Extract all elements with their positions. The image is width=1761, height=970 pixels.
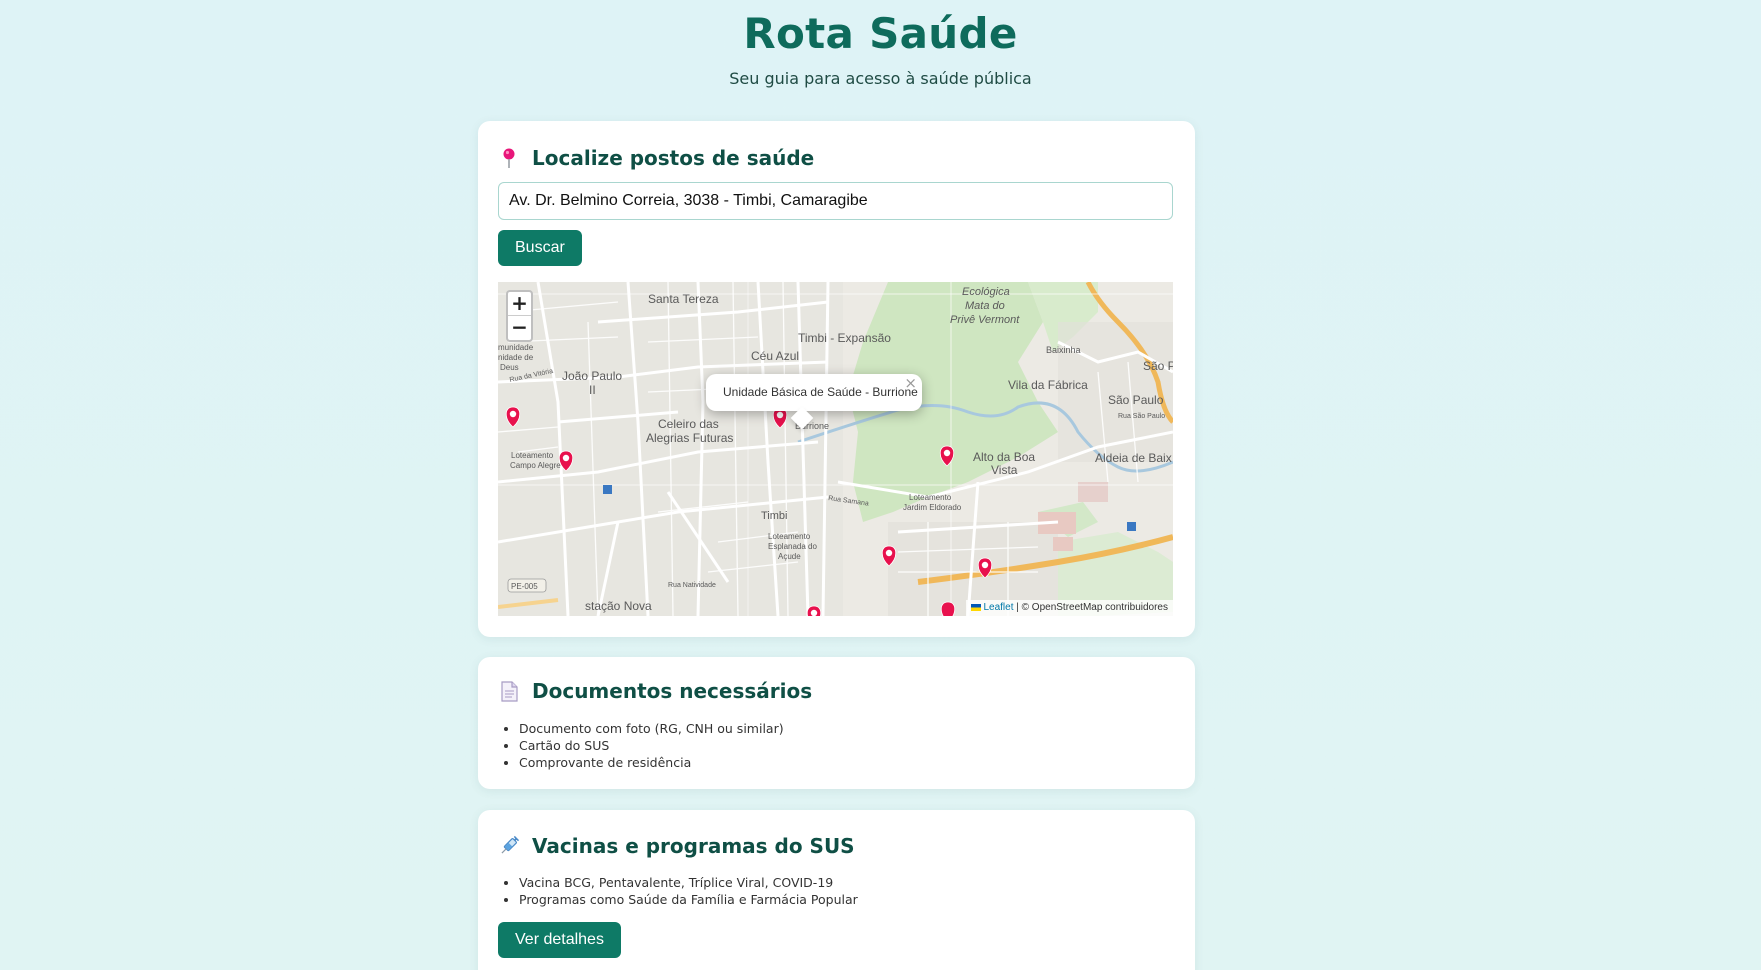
map-tiles: Santa Tereza Timbi - Expansão Céu Azul E… xyxy=(498,282,1173,616)
details-button[interactable]: Ver detalhes xyxy=(498,922,621,958)
map[interactable]: Santa Tereza Timbi - Expansão Céu Azul E… xyxy=(498,282,1173,616)
map-label-sao-p: São P xyxy=(1143,359,1173,373)
list-item: Comprovante de residência xyxy=(519,754,784,771)
page: Rota Saúde Seu guia para acesso à saúde … xyxy=(0,0,1761,970)
map-label-vista: Vista xyxy=(991,463,1018,477)
popup-text: Unidade Básica de Saúde - Burrione xyxy=(723,385,918,399)
map-label-alegrias: Alegrias Futuras xyxy=(646,431,733,445)
map-label-munidade: munidade xyxy=(498,343,534,352)
map-label-alto-boa: Alto da Boa xyxy=(973,450,1035,464)
zoom-control: + − xyxy=(506,290,533,342)
search-button[interactable]: Buscar xyxy=(498,230,582,266)
map-label-deus: Deus xyxy=(500,363,519,372)
map-label-santa-tereza: Santa Tereza xyxy=(648,292,719,306)
map-label-esplanada: Esplanada do xyxy=(768,542,817,551)
vaccines-list: Vacina BCG, Pentavalente, Tríplice Viral… xyxy=(519,874,858,908)
zoom-out-button[interactable]: − xyxy=(508,316,531,340)
map-label-estacao-nova: stação Nova xyxy=(585,599,652,613)
map-marker-icon[interactable] xyxy=(940,601,956,616)
documents-title-text: Documentos necessários xyxy=(532,679,813,703)
map-label-pe005: PE-005 xyxy=(511,582,538,591)
documents-title: Documentos necessários xyxy=(498,679,812,703)
map-label-celeiro: Celeiro das xyxy=(658,417,719,431)
map-label-sao-paulo: São Paulo xyxy=(1108,393,1164,407)
zoom-in-button[interactable]: + xyxy=(508,292,531,316)
map-label-prive-vermont: Privê Vermont xyxy=(950,314,1020,326)
map-label-rua-natividade: Rua Natividade xyxy=(668,582,716,589)
locator-title: Localize postos de saúde xyxy=(498,146,814,170)
map-label-baixinha: Baixinha xyxy=(1046,345,1081,355)
map-label-vila-da-fabrica: Vila da Fábrica xyxy=(1008,378,1088,392)
map-label-loteamento3: Loteamento xyxy=(768,532,811,541)
vaccines-card: Vacinas e programas do SUS Vacina BCG, P… xyxy=(478,810,1195,970)
map-label-ecologica: Ecológica xyxy=(962,286,1010,298)
list-item: Documento com foto (RG, CNH ou similar) xyxy=(519,720,784,737)
map-label-rua-sao-paulo: Rua São Paulo xyxy=(1118,413,1165,420)
map-label-mata-do: Mata do xyxy=(965,300,1005,312)
vaccines-title: Vacinas e programas do SUS xyxy=(498,834,855,858)
ukraine-flag-icon xyxy=(971,604,982,611)
map-label-acude: Açude xyxy=(778,552,801,561)
popup-close-button[interactable]: × xyxy=(904,365,917,402)
address-input[interactable] xyxy=(498,182,1173,220)
vaccines-title-text: Vacinas e programas do SUS xyxy=(532,834,855,858)
list-item: Cartão do SUS xyxy=(519,737,784,754)
attribution-text: | © OpenStreetMap contribuidores xyxy=(1013,602,1168,613)
map-popup: Unidade Básica de Saúde - Burrione × xyxy=(706,374,922,430)
map-label-timbi-expansao: Timbi - Expansão xyxy=(798,331,891,345)
list-item: Programas como Saúde da Família e Farmác… xyxy=(519,891,858,908)
pin-icon xyxy=(498,147,520,169)
map-label-unidade-de: nidade de xyxy=(498,353,534,362)
map-attribution: Leaflet | © OpenStreetMap contribuidores xyxy=(966,600,1173,616)
map-label-jardim-eldorado: Jardim Eldorado xyxy=(903,503,962,512)
locator-card: Localize postos de saúde Buscar xyxy=(478,121,1195,637)
map-label-ceu-azul: Céu Azul xyxy=(751,349,799,363)
app-title: Rota Saúde xyxy=(743,9,1018,58)
syringe-icon xyxy=(498,835,520,857)
documents-list: Documento com foto (RG, CNH ou similar) … xyxy=(519,720,784,771)
app-subtitle: Seu guia para acesso à saúde pública xyxy=(729,69,1032,88)
map-label-aldeia: Aldeia de Baix xyxy=(1095,451,1172,465)
leaflet-link[interactable]: Leaflet xyxy=(983,602,1013,613)
map-label-loteamento2: Loteamento xyxy=(909,493,952,502)
map-label-timbi: Timbi xyxy=(761,510,787,522)
locator-title-text: Localize postos de saúde xyxy=(532,146,815,170)
map-label-loteamento: Loteamento xyxy=(511,451,554,460)
map-label-joao-paulo: João Paulo xyxy=(562,369,622,383)
document-icon xyxy=(498,680,520,702)
documents-card: Documentos necessários Documento com fot… xyxy=(478,657,1195,789)
map-label-ii: II xyxy=(589,383,596,397)
map-marker-icon[interactable] xyxy=(806,605,822,616)
list-item: Vacina BCG, Pentavalente, Tríplice Viral… xyxy=(519,874,858,891)
map-label-campo-alegre: Campo Alegre xyxy=(510,461,561,470)
